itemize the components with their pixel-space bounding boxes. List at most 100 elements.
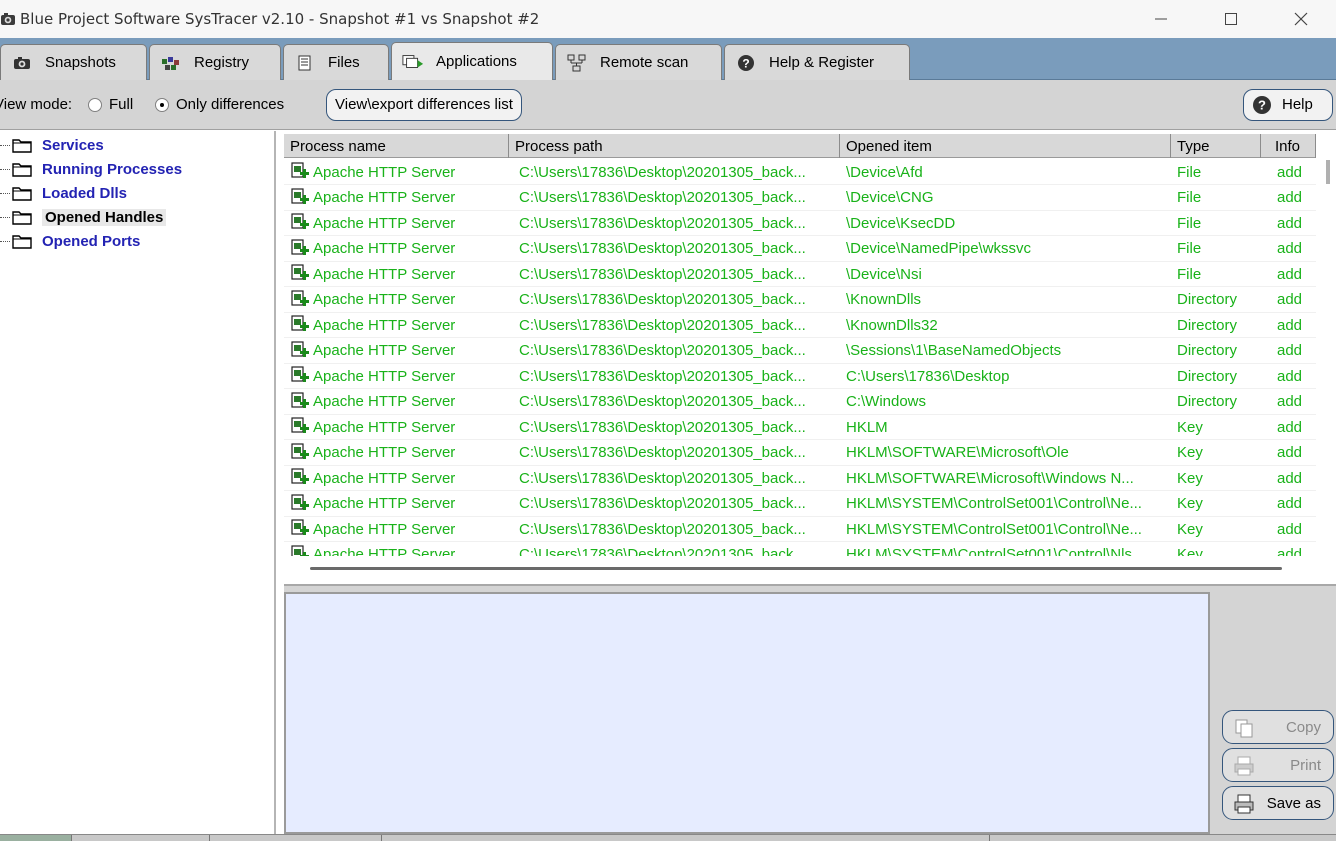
cell-type-text: Directory	[1177, 342, 1238, 359]
vertical-scrollbar[interactable]	[1320, 158, 1336, 556]
table-row[interactable]: Apache HTTP Server C:\Users\17836\Desktop…	[284, 288, 1316, 313]
print-button[interactable]: Print	[1222, 748, 1334, 782]
close-button[interactable]	[1266, 0, 1336, 38]
cell-info-text: add	[1277, 240, 1303, 257]
scrollbar-thumb[interactable]	[1326, 160, 1330, 184]
tree-item-running-processes[interactable]: Running Processes	[0, 157, 182, 181]
radio-only-differences[interactable]: Only differences	[155, 96, 284, 113]
cell-process-name-text: Apache HTTP Server	[313, 520, 456, 538]
table-row[interactable]: Apache HTTP Server C:\Users\17836\Desktop…	[284, 492, 1316, 517]
table-row[interactable]: Apache HTTP Server C:\Users\17836\Desktop…	[284, 160, 1316, 185]
added-process-icon	[291, 519, 309, 535]
cell-process-path-text: C:\Users\17836\Desktop\20201305_back...	[519, 495, 806, 512]
column-header-process-path[interactable]: Process path	[509, 134, 840, 158]
column-header-opened-item[interactable]: Opened item	[840, 134, 1171, 158]
added-process-icon	[291, 391, 309, 408]
cell-process-name: Apache HTTP Server	[284, 287, 509, 312]
cell-process-path: C:\Users\17836\Desktop\20201305_back...	[509, 440, 840, 465]
export-differences-button[interactable]: View\export differences list	[326, 88, 522, 121]
cell-info: add	[1261, 160, 1316, 185]
title-bar: Blue Project Software SysTracer v2.10 - …	[0, 0, 1336, 38]
column-header-type[interactable]: Type	[1171, 134, 1261, 158]
horizontal-scrollbar[interactable]	[284, 556, 1336, 584]
cell-process-name-text: Apache HTTP Server	[313, 291, 456, 308]
folder-icon	[12, 139, 32, 153]
cell-process-path-text: C:\Users\17836\Desktop\20201305_back...	[519, 291, 806, 308]
cell-info: add	[1261, 389, 1316, 414]
tab-registry[interactable]: Registry	[149, 44, 281, 80]
tab-label: Remote scan	[600, 54, 689, 71]
tree-item-opened-handles[interactable]: Opened Handles	[0, 205, 167, 229]
pane-splitter[interactable]	[284, 584, 1336, 592]
minimize-button[interactable]	[1126, 0, 1196, 38]
table-row[interactable]: Apache HTTP Server C:\Users\17836\Desktop…	[284, 466, 1316, 491]
added-process-icon	[291, 315, 309, 331]
cell-process-path-text: C:\Users\17836\Desktop\20201305_back...	[519, 546, 806, 556]
maximize-button[interactable]	[1196, 0, 1266, 38]
cell-process-name-text: Apache HTTP Server	[313, 444, 456, 461]
tree-item-opened-ports[interactable]: Opened Ports	[0, 229, 140, 253]
cell-opened-item-text: \KnownDlls32	[846, 316, 938, 334]
cell-type-text: Key	[1177, 520, 1203, 538]
tab-files[interactable]: Files	[283, 44, 389, 80]
table-row[interactable]: Apache HTTP Server C:\Users\17836\Desktop…	[284, 517, 1316, 542]
cell-type: File	[1171, 236, 1261, 261]
cell-type: File	[1171, 160, 1261, 185]
added-process-icon	[291, 238, 309, 255]
table-row[interactable]: Apache HTTP Server C:\Users\17836\Desktop…	[284, 441, 1316, 466]
table-row[interactable]: Apache HTTP Server C:\Users\17836\Desktop…	[284, 313, 1316, 338]
table-row[interactable]: Apache HTTP Server C:\Users\17836\Desktop…	[284, 211, 1316, 236]
copy-button[interactable]: Copy	[1222, 710, 1334, 744]
table-row[interactable]: Apache HTTP Server C:\Users\17836\Desktop…	[284, 237, 1316, 262]
column-header-process-name[interactable]: Process name	[284, 134, 509, 158]
detail-pane	[284, 592, 1210, 834]
cell-type: File	[1171, 262, 1261, 287]
tab-applications[interactable]: Applications	[391, 42, 553, 80]
scrollbar-thumb[interactable]	[310, 567, 1282, 570]
cell-info-text: add	[1277, 342, 1303, 359]
cell-info-text: add	[1277, 291, 1303, 308]
cell-process-path: C:\Users\17836\Desktop\20201305_back...	[509, 338, 840, 363]
cell-process-path: C:\Users\17836\Desktop\20201305_back...	[509, 160, 840, 185]
radio-full[interactable]: Full	[88, 96, 133, 113]
added-process-icon	[291, 213, 309, 229]
cell-info-text: add	[1277, 520, 1303, 538]
tab-snapshots[interactable]: Snapshots	[0, 44, 147, 80]
cell-type: Directory	[1171, 287, 1261, 312]
table-row[interactable]: Apache HTTP Server C:\Users\17836\Desktop…	[284, 339, 1316, 364]
tab-label: Applications	[436, 53, 517, 70]
cell-opened-item-text: \Device\KsecDD	[846, 214, 956, 232]
table-row[interactable]: Apache HTTP Server C:\Users\17836\Desktop…	[284, 390, 1316, 415]
radio-only-differences-indicator[interactable]	[155, 97, 169, 112]
table-row[interactable]: Apache HTTP Server C:\Users\17836\Desktop…	[284, 542, 1316, 556]
cell-process-name-text: Apache HTTP Server	[313, 367, 456, 385]
tree-item-loaded-dlls[interactable]: Loaded Dlls	[0, 181, 127, 205]
cell-opened-item-text: HKLM\SOFTWARE\Microsoft\Windows N...	[846, 469, 1134, 487]
cell-process-name: Apache HTTP Server	[284, 466, 509, 491]
table-row[interactable]: Apache HTTP Server C:\Users\17836\Desktop…	[284, 415, 1316, 440]
added-process-icon	[291, 544, 309, 556]
cell-process-path: C:\Users\17836\Desktop\20201305_back...	[509, 517, 840, 542]
camera-icon	[11, 54, 33, 72]
copy-icon	[1235, 719, 1253, 738]
table-row[interactable]: Apache HTTP Server C:\Users\17836\Desktop…	[284, 186, 1316, 211]
table-row[interactable]: Apache HTTP Server C:\Users\17836\Desktop…	[284, 262, 1316, 287]
table-row[interactable]: Apache HTTP Server C:\Users\17836\Desktop…	[284, 364, 1316, 389]
cell-type-text: Directory	[1177, 316, 1238, 334]
radio-full-indicator[interactable]	[88, 97, 102, 112]
cell-process-path-text: C:\Users\17836\Desktop\20201305_back...	[519, 240, 806, 257]
tab-remote-scan[interactable]: Remote scan	[555, 44, 722, 80]
view-mode-bar: View mode: Full Only differences View\ex…	[0, 80, 1336, 130]
cell-type-text: File	[1177, 214, 1202, 232]
help-button[interactable]: ? Help	[1243, 88, 1333, 121]
cell-info-text: add	[1277, 469, 1303, 487]
cell-opened-item: \Device\NamedPipe\wkssvc	[840, 236, 1171, 261]
cell-info-text: add	[1277, 418, 1303, 436]
save-as-button[interactable]: Save as	[1222, 786, 1334, 820]
tree-item-services[interactable]: Services	[0, 133, 104, 157]
tab-help-register[interactable]: ? Help & Register	[724, 44, 910, 80]
column-header-info[interactable]: Info	[1261, 134, 1316, 158]
added-process-icon	[291, 340, 309, 357]
cell-opened-item: HKLM\SYSTEM\ControlSet001\Control\Nls...	[840, 542, 1171, 556]
cell-info: add	[1261, 236, 1316, 261]
